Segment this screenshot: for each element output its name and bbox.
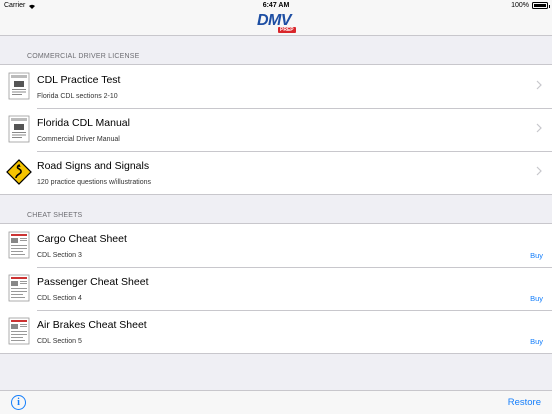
row-subtitle: Commercial Driver Manual [37,136,120,143]
row-subtitle: CDL Section 3 [37,252,82,259]
chevron-right-icon [536,166,542,176]
list-item-cdl-practice-test[interactable]: CDL Practice Test Florida CDL sections 2… [0,65,552,108]
section-header-cheat-sheets: CHEAT SHEETS [27,212,83,219]
info-icon[interactable]: i [11,395,26,410]
cheat-sheet-thumbnail-icon [8,231,30,259]
cheat-sheets-list: Cargo Cheat Sheet CDL Section 3 Buy Pass… [0,223,552,354]
cdl-list: CDL Practice Test Florida CDL sections 2… [0,64,552,195]
row-subtitle: CDL Section 5 [37,338,82,345]
bottom-toolbar: i Restore [0,390,552,414]
battery-icon [532,2,550,9]
row-subtitle: Florida CDL sections 2-10 [37,93,118,100]
list-item-air-brakes-cheat-sheet[interactable]: Air Brakes Cheat Sheet CDL Section 5 Buy [0,310,552,353]
row-subtitle: CDL Section 4 [37,295,82,302]
status-bar: Carrier 6:47 AM 100% [0,0,552,12]
document-thumbnail-icon [8,115,30,143]
row-title: CDL Practice Test [37,74,121,86]
list-item-cargo-cheat-sheet[interactable]: Cargo Cheat Sheet CDL Section 3 Buy [0,224,552,267]
row-title: Florida CDL Manual [37,117,130,129]
section-header-cdl: COMMERCIAL DRIVER LICENSE [27,53,140,60]
buy-button[interactable]: Buy [530,251,543,260]
status-time: 6:47 AM [262,2,290,9]
list-item-florida-cdl-manual[interactable]: Florida CDL Manual Commercial Driver Man… [0,108,552,151]
dmv-prep-logo: DMV PREP [257,12,296,35]
list-item-passenger-cheat-sheet[interactable]: Passenger Cheat Sheet CDL Section 4 Buy [0,267,552,310]
row-title: Air Brakes Cheat Sheet [37,319,147,331]
row-title: Cargo Cheat Sheet [37,233,127,245]
chevron-right-icon [536,123,542,133]
row-title: Passenger Cheat Sheet [37,276,149,288]
buy-button[interactable]: Buy [530,337,543,346]
cheat-sheet-thumbnail-icon [8,317,30,345]
document-thumbnail-icon [8,72,30,100]
row-subtitle: 120 practice questions w/illustrations [37,179,152,186]
chevron-right-icon [536,80,542,90]
restore-button[interactable]: Restore [508,397,541,408]
battery-percent: 100% [511,2,529,9]
cheat-sheet-thumbnail-icon [8,274,30,302]
winding-road-sign-icon [6,159,32,185]
row-title: Road Signs and Signals [37,160,150,172]
logo-badge: PREP [278,27,296,33]
navigation-bar: DMV PREP [0,12,552,36]
status-bar-right: 100% [511,2,550,9]
buy-button[interactable]: Buy [530,294,543,303]
list-item-road-signs[interactable]: Road Signs and Signals 120 practice ques… [0,151,552,194]
